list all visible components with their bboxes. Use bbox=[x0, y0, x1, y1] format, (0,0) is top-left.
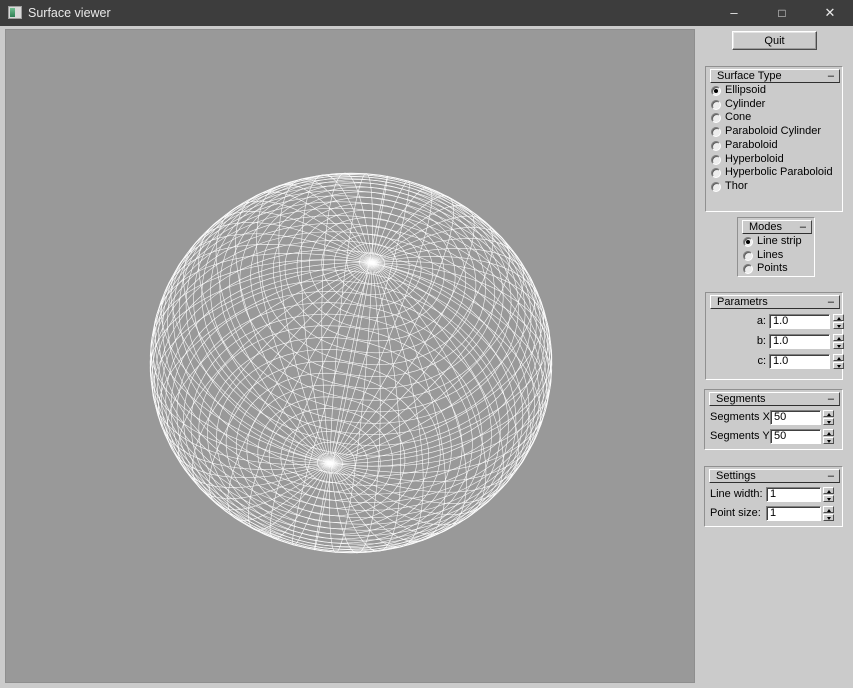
group-modes-header[interactable]: Modes – bbox=[742, 220, 812, 234]
radio-indicator bbox=[743, 250, 753, 261]
spinner-down-button[interactable] bbox=[833, 342, 844, 349]
input-c[interactable]: 1.0 bbox=[769, 354, 830, 369]
spinner-down-button[interactable] bbox=[823, 418, 834, 425]
input-b[interactable]: 1.0 bbox=[769, 334, 830, 349]
radio-label: Lines bbox=[757, 248, 784, 261]
quit-button[interactable]: Quit bbox=[732, 31, 817, 50]
surface-viewer-window: Surface viewer – □ ✕ Quit Surface Type –… bbox=[0, 0, 853, 688]
spinner-up-button[interactable] bbox=[823, 506, 834, 513]
group-title-label: Surface Type bbox=[717, 70, 782, 82]
spinner-down-button[interactable] bbox=[823, 437, 834, 444]
collapse-icon[interactable]: – bbox=[800, 221, 806, 233]
radio-label: Line strip bbox=[757, 235, 802, 247]
group-title-label: Segments bbox=[716, 393, 766, 405]
radio-indicator bbox=[711, 140, 721, 151]
input-segments-x[interactable]: 50 bbox=[770, 410, 821, 425]
spinner-down-button[interactable] bbox=[823, 514, 834, 521]
field-row-segments-x: Segments X: 50 bbox=[705, 410, 844, 425]
spinner-c[interactable] bbox=[833, 354, 844, 369]
field-row-a: a: 1.0 bbox=[706, 314, 844, 329]
radio-label: Cone bbox=[725, 111, 752, 124]
spinner-up-button[interactable] bbox=[823, 410, 834, 417]
radio-indicator bbox=[711, 86, 721, 96]
radio-label: Hyperboloid bbox=[725, 152, 784, 165]
group-segments-header[interactable]: Segments – bbox=[709, 392, 840, 406]
radio-indicator bbox=[743, 237, 753, 247]
input-segments-y[interactable]: 50 bbox=[770, 429, 821, 444]
group-surface-type-header[interactable]: Surface Type – bbox=[710, 69, 840, 83]
group-title-label: Parametrs bbox=[717, 296, 768, 308]
group-title-label: Settings bbox=[716, 470, 756, 482]
collapse-icon[interactable]: – bbox=[828, 296, 834, 308]
spinner-up-button[interactable] bbox=[833, 334, 844, 341]
window-title: Surface viewer bbox=[28, 6, 111, 20]
window-title-bar[interactable]: Surface viewer – □ ✕ bbox=[0, 0, 853, 26]
field-label-a: a: bbox=[756, 315, 766, 327]
field-label-line-width: Line width: bbox=[710, 488, 763, 500]
radio-label: Paraboloid Cylinder bbox=[725, 125, 821, 138]
radio-indicator bbox=[711, 181, 721, 192]
radio-label: Cylinder bbox=[725, 97, 766, 110]
radio-indicator bbox=[711, 127, 721, 138]
group-settings-header[interactable]: Settings – bbox=[709, 469, 840, 483]
group-parametrs-header[interactable]: Parametrs – bbox=[710, 295, 840, 309]
field-row-segments-y: Segments Y: 50 bbox=[705, 429, 844, 444]
spinner-segments-x[interactable] bbox=[823, 410, 834, 425]
spinner-b[interactable] bbox=[833, 334, 844, 349]
spinner-down-button[interactable] bbox=[833, 362, 844, 369]
spinner-segments-y[interactable] bbox=[823, 429, 834, 444]
radio-indicator bbox=[711, 99, 721, 110]
close-icon[interactable]: ✕ bbox=[807, 0, 853, 26]
field-row-point-size: Point size: 1 bbox=[705, 506, 844, 521]
group-parametrs: Parametrs – a: 1.0 b: 1.0 c: 1.0 bbox=[705, 292, 844, 380]
radio-label: Hyperbolic Paraboloid bbox=[725, 166, 833, 179]
spinner-down-button[interactable] bbox=[833, 322, 844, 329]
group-title-label: Modes bbox=[749, 221, 783, 233]
field-label-b: b: bbox=[756, 335, 766, 347]
spinner-up-button[interactable] bbox=[823, 487, 834, 494]
field-label-c: c: bbox=[757, 355, 766, 367]
spinner-up-button[interactable] bbox=[833, 314, 844, 321]
field-row-c: c: 1.0 bbox=[706, 354, 844, 369]
field-label-segments-y: Segments Y: bbox=[710, 430, 773, 442]
collapse-icon[interactable]: – bbox=[828, 470, 834, 482]
radio-label: Points bbox=[757, 262, 788, 274]
spinner-up-button[interactable] bbox=[823, 429, 834, 436]
radio-label: Ellipsoid bbox=[725, 84, 766, 96]
field-row-line-width: Line width: 1 bbox=[705, 487, 844, 502]
spinner-up-button[interactable] bbox=[833, 354, 844, 361]
field-label-point-size: Point size: bbox=[710, 507, 761, 519]
spinner-a[interactable] bbox=[833, 314, 844, 329]
collapse-icon[interactable]: – bbox=[828, 393, 834, 405]
group-surface-type: Surface Type – Ellipsoid Cylinder Cone P… bbox=[705, 66, 843, 212]
input-line-width[interactable]: 1 bbox=[766, 487, 821, 502]
input-a[interactable]: 1.0 bbox=[769, 314, 830, 329]
radio-indicator bbox=[711, 154, 721, 165]
group-modes: Modes – Line strip Lines Points bbox=[737, 217, 815, 277]
radio-indicator bbox=[711, 168, 721, 179]
application-icon bbox=[8, 6, 22, 19]
collapse-icon[interactable]: – bbox=[828, 70, 834, 82]
spinner-point-size[interactable] bbox=[823, 506, 834, 521]
spinner-down-button[interactable] bbox=[823, 495, 834, 502]
group-segments: Segments – Segments X: 50 Segments Y: 50 bbox=[704, 389, 843, 450]
radio-indicator bbox=[711, 113, 721, 124]
group-settings: Settings – Line width: 1 Point size: 1 bbox=[704, 466, 843, 527]
field-label-segments-x: Segments X: bbox=[710, 411, 773, 423]
surface-render-viewport[interactable] bbox=[5, 29, 695, 683]
radio-label: Thor bbox=[725, 179, 748, 192]
control-panel: Quit Surface Type – Ellipsoid Cylinder C… bbox=[697, 27, 853, 688]
spinner-line-width[interactable] bbox=[823, 487, 834, 502]
radio-indicator bbox=[743, 264, 753, 274]
field-row-b: b: 1.0 bbox=[706, 334, 844, 349]
radio-label: Paraboloid bbox=[725, 138, 778, 151]
wireframe-ellipsoid bbox=[149, 172, 553, 554]
maximize-icon[interactable]: □ bbox=[759, 0, 805, 26]
minimize-icon[interactable]: – bbox=[711, 0, 757, 26]
input-point-size[interactable]: 1 bbox=[766, 506, 821, 521]
